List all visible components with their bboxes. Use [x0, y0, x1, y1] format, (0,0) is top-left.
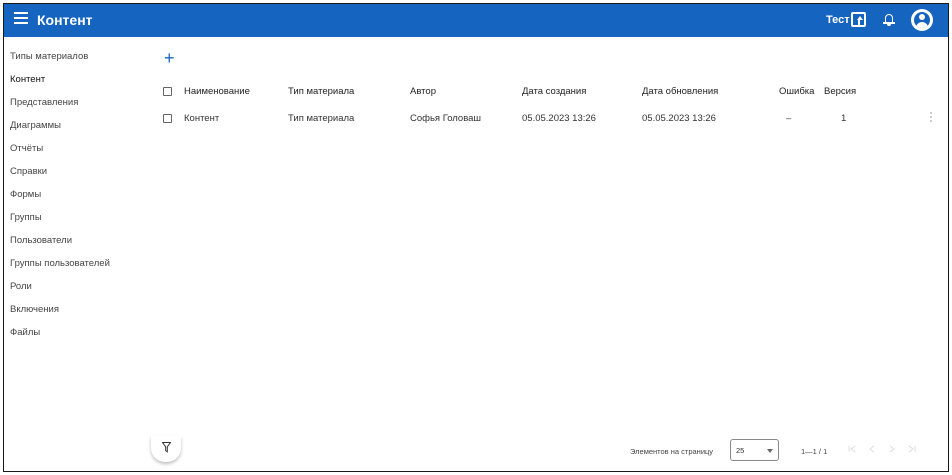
- filter-icon: [162, 442, 171, 453]
- sidebar-item-diagrams[interactable]: Диаграммы: [10, 120, 61, 131]
- page-size-value: 25: [736, 446, 745, 455]
- more-vert-icon[interactable]: [929, 112, 933, 126]
- column-header-created[interactable]: Дата создания: [522, 86, 586, 97]
- sidebar-item-files[interactable]: Файлы: [10, 327, 40, 338]
- sidebar-item-content[interactable]: Контент: [10, 74, 45, 85]
- cell-version: 1: [841, 113, 847, 124]
- cell-error: –: [786, 113, 792, 124]
- sidebar-item-users[interactable]: Пользователи: [10, 235, 72, 246]
- logout-icon[interactable]: [851, 12, 866, 27]
- plus-icon[interactable]: +: [164, 49, 175, 67]
- sidebar-item-material-types[interactable]: Типы материалов: [10, 51, 88, 62]
- sidebar-item-groups[interactable]: Группы: [10, 212, 42, 223]
- top-app-bar: Контент Тест: [4, 4, 948, 37]
- cell-material-type: Тип материала: [288, 113, 355, 124]
- page-size-label: Элементов на страницу: [630, 447, 714, 456]
- column-header-error[interactable]: Ошибка: [779, 86, 814, 97]
- next-page-icon[interactable]: [886, 443, 898, 455]
- column-header-author[interactable]: Автор: [410, 86, 436, 97]
- column-header-name[interactable]: Наименование: [184, 86, 250, 97]
- app-window: Контент Тест Типы материалов Контент Пре…: [3, 3, 949, 472]
- filter-button[interactable]: [151, 436, 181, 462]
- sidebar-item-inclusions[interactable]: Включения: [10, 304, 59, 315]
- cell-updated: 05.05.2023 13:26: [642, 113, 716, 124]
- bell-icon[interactable]: [883, 13, 895, 27]
- row-checkbox[interactable]: [163, 114, 172, 123]
- column-header-material-type[interactable]: Тип материала: [288, 86, 354, 97]
- sidebar-item-user-groups[interactable]: Группы пользователей: [10, 258, 110, 269]
- page-size-select[interactable]: 25: [730, 439, 779, 461]
- sidebar-item-forms[interactable]: Формы: [10, 189, 41, 200]
- select-all-checkbox[interactable]: [163, 87, 172, 96]
- page-title: Контент: [37, 12, 93, 28]
- first-page-icon[interactable]: [846, 443, 858, 455]
- menu-icon[interactable]: [14, 12, 28, 24]
- chevron-down-icon: [767, 449, 773, 453]
- page-range: 1—1 / 1: [801, 447, 828, 456]
- sidebar-item-reports[interactable]: Отчёты: [10, 143, 43, 154]
- sidebar-item-views[interactable]: Представления: [10, 97, 78, 108]
- cell-author: Софья Головаш: [410, 113, 482, 124]
- prev-page-icon[interactable]: [866, 443, 878, 455]
- avatar[interactable]: [911, 9, 933, 31]
- column-header-updated[interactable]: Дата обновления: [642, 86, 718, 97]
- user-name: Тест: [826, 14, 850, 26]
- cell-created: 05.05.2023 13:26: [522, 113, 596, 124]
- column-header-version[interactable]: Версия: [824, 86, 856, 97]
- sidebar-item-references[interactable]: Справки: [10, 166, 47, 177]
- last-page-icon[interactable]: [906, 443, 918, 455]
- cell-name: Контент: [184, 113, 220, 124]
- sidebar-item-roles[interactable]: Роли: [10, 281, 32, 292]
